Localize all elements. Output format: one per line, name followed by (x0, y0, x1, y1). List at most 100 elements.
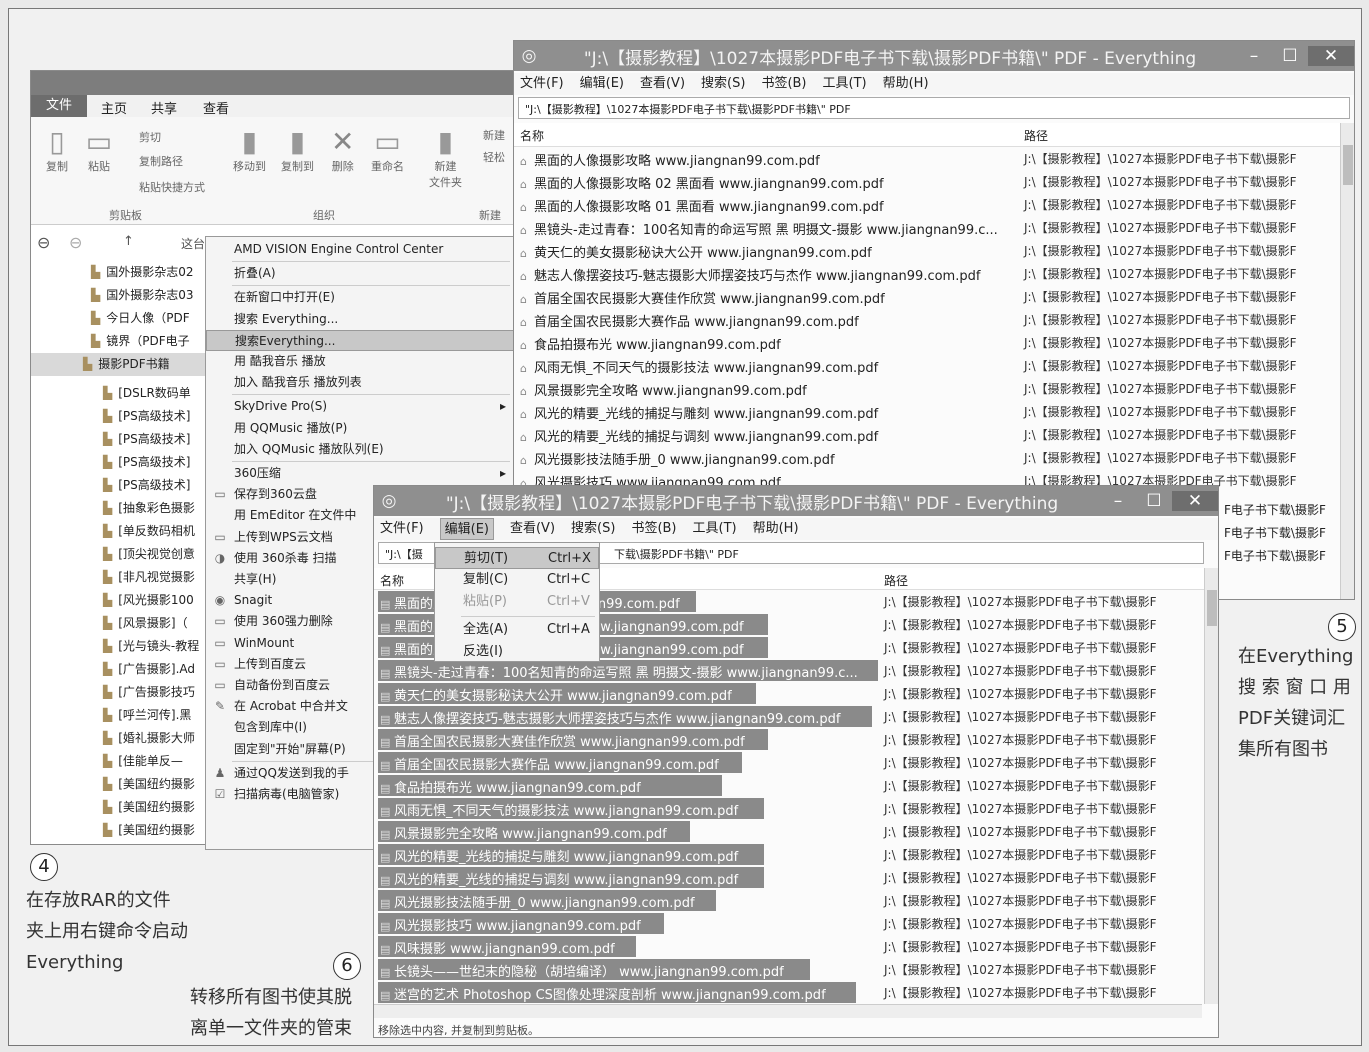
menu-file[interactable]: 文件(F) (380, 518, 424, 540)
result-row[interactable]: ⌂ 黄天仁的美女摄影秘诀大公开 www.jiangnan99.com.pdf J:\… (514, 239, 1340, 262)
result-row[interactable]: ▤ 迷宫的艺术 Photoshop CS图像处理深度剖析 www.jiangnan… (374, 981, 1202, 1004)
tree-folder-item[interactable]: ▙ 今日人像（PDF (91, 307, 190, 330)
context-menu-item[interactable]: 折叠(A) (206, 263, 514, 284)
tree-folder-item[interactable]: ▙ [风光摄影100 (103, 589, 194, 612)
edit-menu-item[interactable]: 复制(C) Ctrl+C (435, 569, 599, 591)
ev1-scroll-thumb[interactable] (1343, 145, 1353, 185)
copy-button[interactable]: ▯ 复制 (39, 125, 75, 174)
menu-search[interactable]: 搜索(S) (571, 518, 615, 540)
tree-folder-item[interactable]: ▙ [顶尖视觉创意 (103, 543, 195, 566)
maximize-icon[interactable]: ☐ (1272, 46, 1308, 66)
context-menu-item[interactable]: 搜索Everything... (206, 329, 514, 351)
menu-tools[interactable]: 工具(T) (823, 73, 867, 95)
ev2-col-name[interactable]: 名称 (380, 572, 404, 589)
tree-folder-item[interactable]: ▙ [PS高级技术] (103, 428, 190, 451)
paste-button[interactable]: ▭ 粘贴 (81, 125, 117, 174)
ev2-hscrollbar[interactable] (374, 1004, 1202, 1018)
tree-folder-item[interactable]: ▙ 镜界（PDF电子 (91, 330, 190, 353)
context-menu-item[interactable]: 用 酷我音乐 播放 (206, 351, 514, 372)
context-menu-item[interactable]: 用 QQMusic 播放(P) (206, 418, 514, 439)
delete-button[interactable]: ✕ 删除 (331, 125, 354, 174)
menu-help[interactable]: 帮助(H) (883, 73, 929, 95)
context-menu-item[interactable]: 360压缩 ▸ (206, 463, 514, 484)
tab-view[interactable]: 查看 (203, 98, 229, 117)
copy-path-button[interactable]: 复制路径 (139, 153, 183, 169)
result-row[interactable]: ⌂ 黑面的人像摄影攻略 02 黑面看 www.jiangnan99.com.pdf… (514, 170, 1340, 193)
tree-folder-item[interactable]: ▙ [风景摄影]（ (103, 612, 188, 635)
result-row[interactable]: ⌂ 食品拍摄布光 www.jiangnan99.com.pdf J:\【摄影教程】\… (514, 331, 1340, 354)
result-row[interactable]: ⌂ 首届全国农民摄影大赛佳作欣赏 www.jiangnan99.com.pdf J:… (514, 285, 1340, 308)
result-row[interactable]: ⌂ 风雨无惧_不同天气的摄影技法 www.jiangnan99.com.pdf J:… (514, 354, 1340, 377)
context-menu-item[interactable]: SkyDrive Pro(S) ▸ (206, 396, 514, 417)
paste-shortcut-button[interactable]: 粘贴快捷方式 (139, 179, 205, 195)
result-row[interactable]: ▤ 风雨无惧_不同天气的摄影技法 www.jiangnan99.com.pdf J:… (374, 797, 1202, 820)
menu-bookmarks[interactable]: 书签(B) (631, 518, 676, 540)
menu-help[interactable]: 帮助(H) (753, 518, 799, 540)
move-to-button[interactable]: ▮ 移动到 (233, 125, 266, 174)
tree-folder-item[interactable]: ▙ [美国纽约摄影 (103, 773, 195, 796)
context-menu-item[interactable]: 加入 QQMusic 播放队列(E) (206, 439, 514, 460)
tree-folder-item[interactable]: ▙ [单反数码相机 (103, 520, 195, 543)
tree-folder-item[interactable]: ▙ [非凡视觉摄影 (103, 566, 195, 589)
result-row[interactable]: ⌂ 风景摄影完全攻略 www.jiangnan99.com.pdf J:\【摄影教程… (514, 377, 1340, 400)
ev1-search-input[interactable]: "J:\【摄影教程】\1027本摄影PDF电子书下载\摄影PDF书籍\" PDF (518, 97, 1350, 119)
context-menu-item[interactable]: 加入 酷我音乐 播放列表 (206, 372, 514, 393)
context-menu-item[interactable]: AMD VISION Engine Control Center (206, 239, 514, 260)
tab-share[interactable]: 共享 (151, 98, 177, 117)
result-row[interactable]: ⌂ 风光摄影技法随手册_0 www.jiangnan99.com.pdf J:\【摄… (514, 446, 1340, 469)
result-row[interactable]: ▤ 风光摄影技巧 www.jiangnan99.com.pdf J:\【摄影教程】\… (374, 912, 1202, 935)
result-row[interactable]: ▤ 风光摄影技法随手册_0 www.jiangnan99.com.pdf J:\【摄… (374, 889, 1202, 912)
menu-file[interactable]: 文件(F) (520, 73, 564, 95)
cut-button[interactable]: 剪切 (139, 129, 161, 145)
minimize-icon[interactable]: – (1100, 491, 1136, 511)
edit-menu-item[interactable]: 粘贴(P) Ctrl+V (435, 591, 599, 613)
menu-tools[interactable]: 工具(T) (693, 518, 737, 540)
tree-folder-item[interactable]: ▙ [PS高级技术] (103, 451, 190, 474)
result-row[interactable]: ⌂ 风光的精要_光线的捕捉与调刻 www.jiangnan99.com.pdf J:… (514, 423, 1340, 446)
tab-home[interactable]: 主页 (101, 98, 127, 117)
menu-view[interactable]: 查看(V) (640, 73, 685, 95)
forward-icon[interactable]: ⊖ (69, 233, 82, 252)
result-row[interactable]: ▤ 风景摄影完全攻略 www.jiangnan99.com.pdf J:\【摄影教程… (374, 820, 1202, 843)
edit-menu-item[interactable]: 剪切(T) Ctrl+X (435, 547, 599, 569)
tree-folder-item[interactable]: ▙ [广告摄影].Ad (103, 658, 195, 681)
context-menu-item[interactable]: 在新窗口中打开(E) (206, 287, 514, 308)
menu-edit[interactable]: 编辑(E) (580, 73, 624, 95)
result-row[interactable]: ▤ 黄天仁的美女摄影秘诀大公开 www.jiangnan99.com.pdf J:\… (374, 682, 1202, 705)
tree-folder-item[interactable]: ▙ [DSLR数码单 (103, 382, 191, 405)
new-folder-button[interactable]: ▮ 新建 文件夹 (429, 125, 462, 190)
copy-to-button[interactable]: ▮ 复制到 (281, 125, 314, 174)
breadcrumb[interactable]: 这台 (181, 235, 205, 252)
ev2-scroll-thumb[interactable] (1207, 590, 1217, 626)
back-icon[interactable]: ⊖ (37, 233, 50, 252)
result-row[interactable]: ⌂ 首届全国农民摄影大赛作品 www.jiangnan99.com.pdf J:\【… (514, 308, 1340, 331)
up-icon[interactable]: ↑ (123, 234, 134, 249)
menu-edit[interactable]: 编辑(E) (439, 518, 494, 540)
close-icon[interactable]: ✕ (1172, 491, 1218, 511)
result-row[interactable]: ▤ 风光的精要_光线的捕捉与调刻 www.jiangnan99.com.pdf J:… (374, 866, 1202, 889)
ev1-scrollbar[interactable] (1340, 123, 1354, 599)
result-row[interactable]: ⌂ 风光的精要_光线的捕捉与雕刻 www.jiangnan99.com.pdf J:… (514, 400, 1340, 423)
result-row[interactable]: ▤ 食品拍摄布光 www.jiangnan99.com.pdf J:\【摄影教程】\… (374, 774, 1202, 797)
result-row[interactable]: ▤ 首届全国农民摄影大赛佳作欣赏 www.jiangnan99.com.pdf J:… (374, 728, 1202, 751)
tree-folder-item[interactable]: ▙ [光与镜头-教程 (103, 635, 199, 658)
menu-bookmarks[interactable]: 书签(B) (761, 73, 806, 95)
menu-view[interactable]: 查看(V) (510, 518, 555, 540)
tree-folder-item[interactable]: ▙ [抽象彩色摄影 (103, 497, 195, 520)
result-row[interactable]: ⌂ 魅志人像摆姿技巧-魅志摄影大师摆姿技巧与杰作 www.jiangnan99.c… (514, 262, 1340, 285)
rename-button[interactable]: ▭ 重命名 (371, 125, 404, 174)
tree-folder-item[interactable]: ▙ [广告摄影技巧 (103, 681, 195, 704)
new-item-button[interactable]: 新建 (483, 127, 505, 143)
result-row[interactable]: ▤ 风味摄影 www.jiangnan99.com.pdf J:\【摄影教程】\10… (374, 935, 1202, 958)
tree-folder-item[interactable]: ▙ [佳能单反— (103, 750, 183, 773)
context-menu-item[interactable]: 搜索 Everything... (206, 309, 514, 330)
tree-folder-item[interactable]: ▙ [美国纽约摄影 (103, 819, 195, 842)
tree-folder-item[interactable]: ▙ [PS高级技术] (103, 474, 190, 497)
ev1-col-name[interactable]: 名称 (520, 127, 544, 144)
ev1-col-path[interactable]: 路径 (1024, 127, 1048, 144)
tree-folder-item[interactable]: ▙ [美国纽约摄影 (103, 796, 195, 819)
maximize-icon[interactable]: ☐ (1136, 491, 1172, 511)
result-row[interactable]: ⌂ 黑镜头-走过青春：100名知青的命运写照 黑 明摄文-摄影 www.jiang… (514, 216, 1340, 239)
result-row[interactable]: ▤ 首届全国农民摄影大赛作品 www.jiangnan99.com.pdf J:\【… (374, 751, 1202, 774)
tree-folder-item[interactable]: ▙ 国外摄影杂志03 (91, 284, 194, 307)
